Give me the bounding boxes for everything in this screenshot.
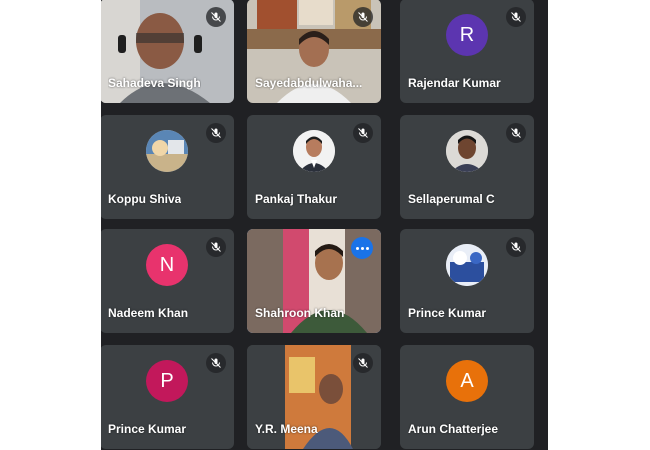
more-options-icon[interactable] (351, 237, 373, 259)
participant-tile-arun-chatterjee[interactable]: A Arun Chatterjee (400, 345, 534, 449)
avatar (446, 244, 488, 286)
participant-name: Pankaj Thakur (255, 192, 338, 206)
mic-off-icon (206, 237, 226, 257)
avatar: P (146, 360, 188, 402)
participant-name: Sayedabdulwaha... (255, 76, 363, 90)
mic-off-icon (506, 7, 526, 27)
participant-tile-pankaj-thakur[interactable]: Pankaj Thakur (247, 115, 381, 219)
mic-off-icon (353, 353, 373, 373)
participant-tile-sayedabdulwaha[interactable]: Sayedabdulwaha... (247, 0, 381, 103)
mic-off-icon (206, 7, 226, 27)
participant-name: Rajendar Kumar (408, 76, 501, 90)
participant-tile-prince-kumar[interactable]: Prince Kumar (400, 229, 534, 333)
participant-name: Y.R. Meena (255, 422, 318, 436)
participant-name: Nadeem Khan (108, 306, 189, 320)
participant-tile-sellaperumal-c[interactable]: Sellaperumal C (400, 115, 534, 219)
avatar: R (446, 14, 488, 56)
avatar: A (446, 360, 488, 402)
participant-tile-shahroon-khan[interactable]: Shahroon Khan (247, 229, 381, 333)
participant-name: Koppu Shiva (108, 192, 182, 206)
avatar (446, 130, 488, 172)
participant-tile-sahadeva-singh[interactable]: Sahadeva Singh (101, 0, 234, 103)
mic-off-icon (353, 7, 373, 27)
participant-tile-nadeem-khan[interactable]: N Nadeem Khan (101, 229, 234, 333)
participant-name: Prince Kumar (108, 422, 187, 436)
participant-grid: Sahadeva Singh Sayedabdulwaha... R Rajen… (101, 0, 548, 450)
mic-off-icon (206, 353, 226, 373)
participant-tile-prince-kumar-2[interactable]: P Prince Kumar (101, 345, 234, 449)
participant-tile-rajendar-kumar[interactable]: R Rajendar Kumar (400, 0, 534, 103)
mic-off-icon (206, 123, 226, 143)
mic-off-icon (506, 237, 526, 257)
participant-tile-yr-meena[interactable]: Y.R. Meena (247, 345, 381, 449)
participant-name: Sellaperumal C (408, 192, 495, 206)
participant-tile-koppu-shiva[interactable]: Koppu Shiva (101, 115, 234, 219)
avatar (293, 130, 335, 172)
participant-name: Sahadeva Singh (108, 76, 201, 90)
avatar (146, 130, 188, 172)
mic-off-icon (506, 123, 526, 143)
participant-name: Shahroon Khan (255, 306, 345, 320)
participant-name: Prince Kumar (408, 306, 487, 320)
avatar: N (146, 244, 188, 286)
participant-name: Arun Chatterjee (408, 422, 499, 436)
mic-off-icon (353, 123, 373, 143)
